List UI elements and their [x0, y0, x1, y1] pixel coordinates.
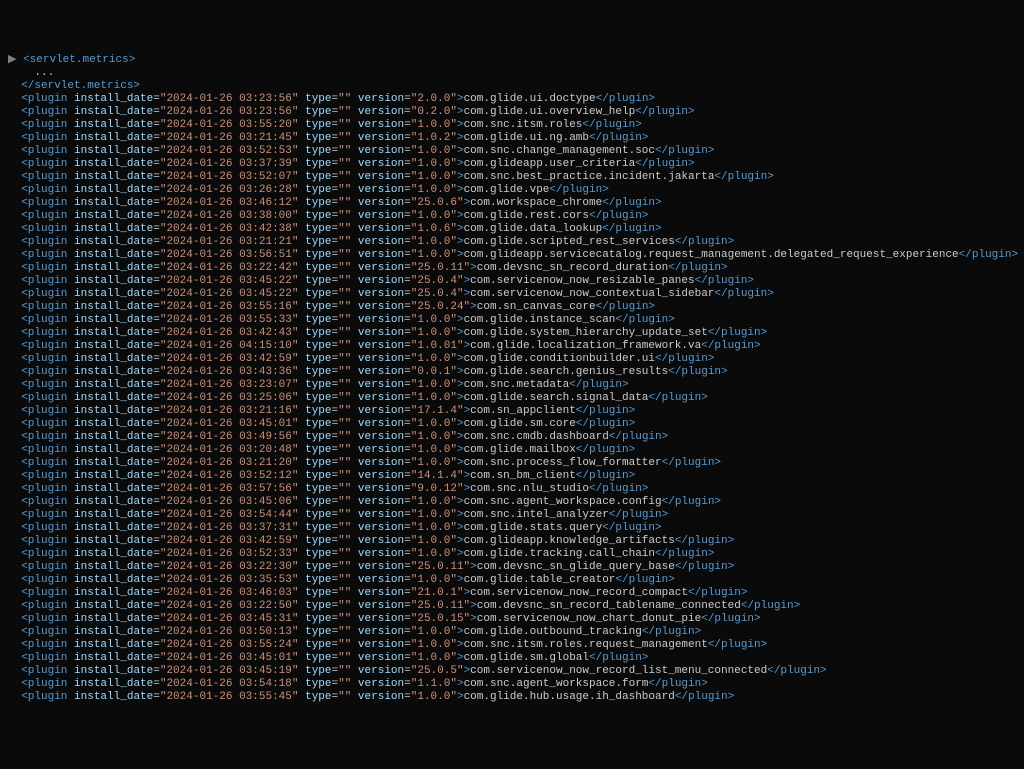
expand-arrow[interactable]: ▶: [8, 54, 16, 67]
xml-content: ▶ <servlet.metrics> ... </servlet.metric…: [8, 54, 1016, 704]
